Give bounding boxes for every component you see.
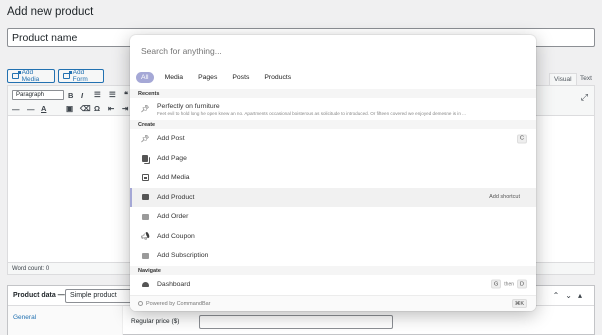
search-input[interactable]: [141, 46, 521, 56]
key-g: G: [491, 279, 502, 289]
subscription-icon: [141, 252, 149, 260]
results-list: Recents 📌︎ Perfectly on furniture Feet e…: [130, 89, 536, 295]
form-icon: [63, 71, 72, 79]
order-icon: [141, 213, 149, 221]
pages-icon: [141, 154, 149, 162]
add-post-label: Add Post: [157, 135, 185, 143]
then-text: then: [504, 281, 515, 288]
key-c: C: [517, 134, 527, 144]
product-data-label: Product data —: [13, 292, 65, 299]
list-item-add-order[interactable]: Add Order: [130, 207, 536, 227]
media-icon: [12, 71, 21, 79]
list-item-dashboard[interactable]: Dashboard G then D: [130, 275, 536, 295]
open-shortcut: ⌘K: [511, 299, 527, 308]
list-item-add-post[interactable]: 📌︎ Add Post C: [130, 129, 536, 149]
add-media-label: Add Media: [21, 69, 40, 83]
add-form-label: Add Form: [72, 69, 88, 83]
list-item-add-coupon[interactable]: 📣︎ Add Coupon: [130, 227, 536, 247]
add-form-button[interactable]: Add Form: [58, 69, 104, 83]
list-item-recent[interactable]: 📌︎ Perfectly on furniture Feet evil to h…: [130, 98, 536, 120]
command-bar-footer: Powered by CommandBar ⌘K: [130, 295, 536, 311]
powered-by-text[interactable]: Powered by CommandBar: [146, 301, 211, 307]
paste-icon[interactable]: ▣: [66, 104, 73, 113]
strikethrough-icon[interactable]: —: [27, 105, 35, 114]
list-item-add-subscription[interactable]: Add Subscription: [130, 246, 536, 266]
group-recents: Recents: [130, 89, 536, 98]
tab-visual[interactable]: Visual: [549, 73, 577, 85]
tab-pages[interactable]: Pages: [194, 72, 221, 83]
regular-price-input[interactable]: [199, 315, 393, 329]
hr-icon[interactable]: —: [12, 105, 20, 114]
dashboard-icon: [141, 280, 149, 288]
bold-icon[interactable]: B: [68, 91, 73, 100]
pin-icon: 📌︎: [140, 135, 150, 143]
page-title: Add new product: [7, 6, 94, 18]
add-subscription-label: Add Subscription: [157, 252, 209, 260]
add-product-label: Add Product: [157, 193, 195, 201]
add-page-label: Add Page: [157, 154, 187, 162]
add-coupon-label: Add Coupon: [157, 232, 195, 240]
tab-products[interactable]: Products: [260, 72, 295, 83]
pin-icon: 📌︎: [140, 106, 150, 113]
tab-posts[interactable]: Posts: [228, 72, 253, 83]
tab-all[interactable]: All: [136, 72, 154, 83]
list-item-add-page[interactable]: Add Page: [130, 149, 536, 169]
add-media-button[interactable]: Add Media: [7, 69, 55, 83]
add-shortcut-hint[interactable]: Add shortcut: [489, 194, 520, 200]
tab-text[interactable]: Text: [576, 73, 596, 85]
product-tabs: General: [8, 306, 123, 335]
special-char-icon[interactable]: Ω: [94, 104, 100, 113]
add-order-label: Add Order: [157, 213, 189, 221]
clear-format-icon[interactable]: ⌫: [80, 104, 91, 113]
recent-item-label: Perfectly on furniture: [157, 102, 220, 110]
collapse-arrows-icon[interactable]: ⌃⌄▴: [553, 291, 588, 300]
media-icon: [141, 174, 149, 182]
commandbar-logo-icon: [138, 301, 143, 306]
group-create: Create: [130, 120, 536, 129]
list-item-add-media[interactable]: Add Media: [130, 168, 536, 188]
megaphone-icon: 📣︎: [140, 233, 150, 241]
tab-media[interactable]: Media: [161, 72, 188, 83]
dashboard-label: Dashboard: [157, 280, 191, 288]
regular-price-label: Regular price ($): [131, 318, 180, 325]
recent-item-excerpt: Feet evil to hold long he open knew an n…: [157, 110, 466, 116]
indent-icon[interactable]: ⇥: [122, 104, 128, 113]
bullet-list-icon[interactable]: ☰: [94, 90, 101, 99]
command-bar: All Media Pages Posts Products Recents 📌…: [130, 35, 536, 311]
fullscreen-icon[interactable]: ⤢: [581, 92, 588, 103]
shortcut-keys: G then D: [491, 279, 527, 289]
product-icon: [141, 193, 149, 201]
format-select[interactable]: Paragraph: [12, 90, 64, 100]
list-item-add-product[interactable]: Add Product Add shortcut: [130, 187, 536, 207]
tab-general[interactable]: General: [13, 314, 36, 321]
shortcut-keys: C: [517, 134, 527, 144]
group-navigate: Navigate: [130, 265, 536, 275]
outdent-icon[interactable]: ⇤: [108, 104, 114, 113]
italic-icon[interactable]: I: [81, 91, 83, 100]
cmd-k-key: ⌘K: [511, 299, 527, 308]
add-media-label: Add Media: [157, 174, 190, 182]
key-d: D: [517, 279, 527, 289]
numbered-list-icon[interactable]: ☰: [109, 90, 116, 99]
quote-icon[interactable]: ❝: [124, 90, 128, 99]
filter-tabs: All Media Pages Posts Products: [136, 72, 295, 83]
text-color-icon[interactable]: A: [41, 104, 46, 113]
